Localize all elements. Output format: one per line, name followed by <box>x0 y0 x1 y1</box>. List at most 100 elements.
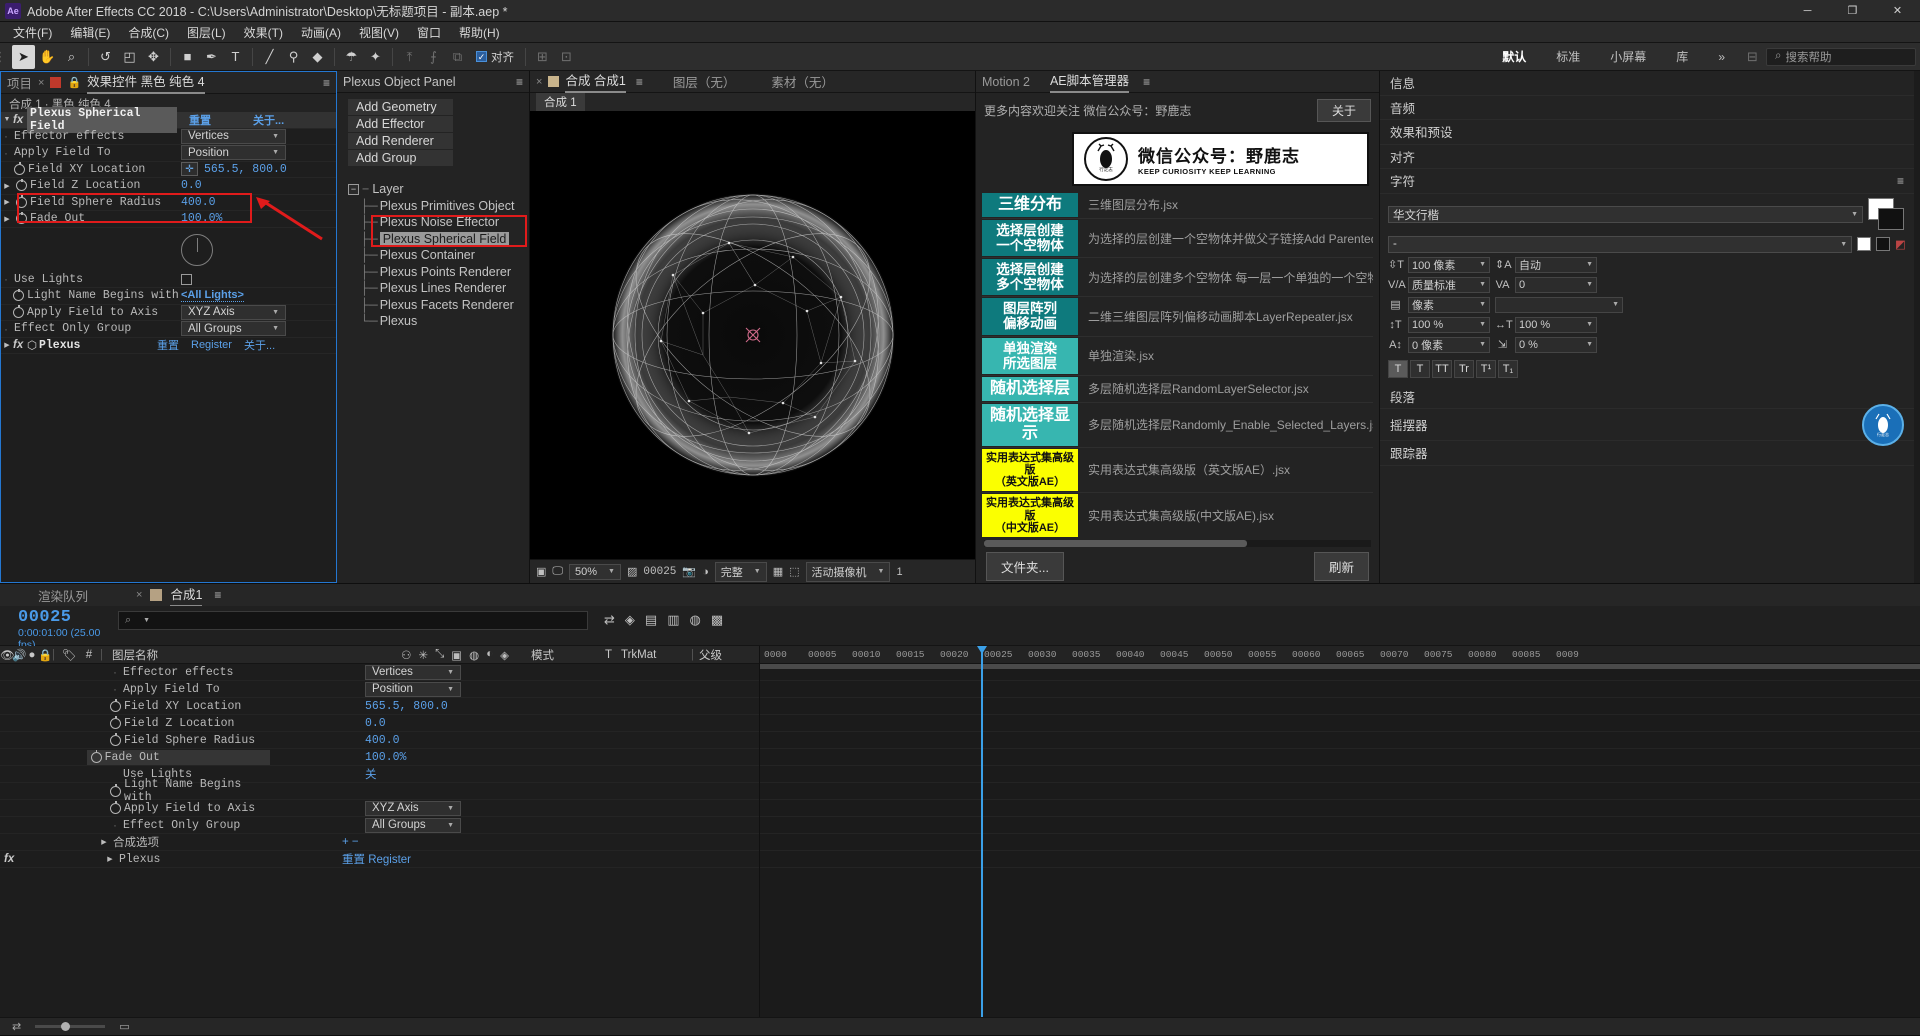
motion-blur-icon[interactable]: ◍ <box>690 612 701 628</box>
superscript-button[interactable]: T¹ <box>1476 359 1496 378</box>
camera-tool-icon[interactable]: ◰ <box>118 45 141 69</box>
timeline-ruler[interactable]: 0000 00005 00010 00015 00020 00025 00030… <box>760 646 1920 664</box>
mask-icon[interactable]: ▨ <box>627 565 637 578</box>
panel-tab-tracker[interactable]: 跟踪器 <box>1380 441 1914 466</box>
menu-item-window[interactable]: 窗口 <box>408 22 450 43</box>
timeline-row-effect-only-group[interactable]: · Effect Only Group All Groups ▼ <box>0 817 759 834</box>
row-value[interactable]: 100.0% <box>365 751 406 764</box>
timeline-search-field[interactable]: ⌕ ▼ <box>118 611 588 630</box>
row-select[interactable]: Vertices ▼ <box>365 664 461 680</box>
collapse-icon[interactable]: ⤡ <box>435 648 444 662</box>
script-button-create-one-null[interactable]: 选择层创建 一个空物体 <box>982 219 1078 257</box>
timeline-row-field-z-location[interactable]: Field Z Location 0.0 <box>0 715 759 732</box>
tab-footage[interactable]: 素材（无） <box>771 72 834 91</box>
field-xy-location-value[interactable]: 565.5, 800.0 <box>204 163 287 176</box>
keyframe-row[interactable]: I <box>760 715 1920 732</box>
monitor-icon[interactable]: 🖵 <box>552 565 563 578</box>
tree-item-plexus-container[interactable]: ├─ Plexus Container <box>348 247 529 264</box>
brush-tool-icon[interactable]: ╱ <box>258 45 281 69</box>
panel-menu-icon[interactable]: ≡ <box>323 76 330 90</box>
timeline-keyframe-grid[interactable]: I I I I I I I I I I <box>760 664 1920 1017</box>
keyframe-row[interactable]: I <box>760 749 1920 766</box>
panel-menu-icon[interactable]: ≡ <box>214 588 221 602</box>
add-effector-button[interactable]: Add Effector <box>348 116 453 132</box>
effect-reset-link[interactable]: 重置 <box>189 112 211 128</box>
font-family-select[interactable]: 华文行楷 ▼ <box>1388 206 1863 223</box>
quality-icon[interactable]: ▣ <box>451 648 462 662</box>
eraser-tool-icon[interactable]: ◆ <box>306 45 329 69</box>
tab-effect-controls[interactable]: 效果控件 黑色 纯色 4 <box>87 71 205 94</box>
script-button-layer-repeater[interactable]: 图层阵列 偏移动画 <box>982 298 1078 335</box>
close-icon[interactable]: × <box>536 76 542 88</box>
timeline-row-apply-field-to[interactable]: · Apply Field To Position ▼ <box>0 681 759 698</box>
keyframe-row[interactable]: I <box>760 834 1920 851</box>
keyframe-row[interactable]: I <box>760 800 1920 817</box>
close-button[interactable]: ✕ <box>1875 0 1920 22</box>
motion-blur-switch-icon[interactable]: ◍ <box>469 648 479 662</box>
tab-project[interactable]: 项目 <box>7 73 32 92</box>
script-row[interactable]: 随机选择显示 多层随机选择层Randomly_Enable_Selected_L… <box>982 403 1373 448</box>
row-select[interactable]: All Groups ▼ <box>365 817 461 833</box>
horizontal-scale-field[interactable]: 100 % ▼ <box>1515 316 1597 333</box>
clone-stamp-tool-icon[interactable]: ⚲ <box>282 45 305 69</box>
effect-header-plexus[interactable]: ▶ fx ⬡ Plexus 重置 Register 关于... <box>1 338 336 354</box>
tab-render-queue[interactable]: 渲染队列 <box>38 586 88 605</box>
stopwatch-icon[interactable] <box>16 211 27 225</box>
keyframe-row[interactable]: I <box>760 851 1920 868</box>
panel-menu-icon[interactable]: ≡ <box>516 75 523 89</box>
apply-field-to-axis-select[interactable]: XYZ Axis ▼ <box>181 304 286 320</box>
close-icon[interactable]: × <box>38 77 44 89</box>
shape-tool-icon[interactable]: ■ <box>176 45 199 69</box>
timeline-row-apply-field-to-axis[interactable]: Apply Field to Axis XYZ Axis ▼ <box>0 800 759 817</box>
row-value[interactable]: 重置 Register <box>342 851 411 867</box>
keyframe-row[interactable]: I <box>760 732 1920 749</box>
align-right-icon[interactable]: ⧉ <box>446 45 469 69</box>
align-left-icon[interactable]: ⤒ <box>398 45 421 69</box>
menu-item-edit[interactable]: 编辑(E) <box>61 22 119 43</box>
quality-select[interactable]: 完整 ▼ <box>714 561 767 582</box>
panel-tab-audio[interactable]: 音频 <box>1380 96 1914 120</box>
baseline-shift-field[interactable]: 0 像素 ▼ <box>1408 336 1490 353</box>
faux-italic-button[interactable]: T <box>1410 359 1430 378</box>
script-row[interactable]: 单独渲染 所选图层 单独渲染.jsx <box>982 337 1373 376</box>
timeline-row-field-xy-location[interactable]: Field XY Location 565.5, 800.0 <box>0 698 759 715</box>
disclosure-triangle-icon[interactable]: ▶ <box>104 855 116 863</box>
row-select[interactable]: XYZ Axis ▼ <box>365 800 461 816</box>
font-size-field[interactable]: 100 像素 ▼ <box>1408 256 1490 273</box>
timeline-zoom-slider[interactable] <box>35 1022 106 1031</box>
guides-icon[interactable]: ⊡ <box>555 45 578 69</box>
script-row[interactable]: 实用表达式集高级版 （英文版AE） 实用表达式集高级版（英文版AE）.jsx <box>982 448 1373 494</box>
font-style-select[interactable]: - ▼ <box>1388 235 1853 253</box>
stopwatch-icon[interactable] <box>110 699 121 712</box>
adjustment-layer-icon[interactable]: ◐ <box>486 648 493 662</box>
workspace-more-button[interactable]: » <box>1704 47 1739 67</box>
menu-item-layer[interactable]: 图层(L) <box>178 22 235 43</box>
panel-tab-character[interactable]: 字符 ≡ <box>1380 169 1914 194</box>
eye-icon[interactable]: 👁 <box>0 648 15 662</box>
keyframe-row[interactable]: I <box>760 783 1920 800</box>
script-button-3d-distribute[interactable]: 三维分布 <box>982 193 1078 217</box>
script-row[interactable]: 选择层创建 多个空物体 为选择的层创建多个空物体 每一层一个单独的一个空物体 <box>982 258 1373 298</box>
disclosure-triangle-icon[interactable]: ▼ <box>1 116 13 123</box>
row-value[interactable]: 400.0 <box>365 734 400 747</box>
tab-composition-timeline[interactable]: 合成1 <box>170 584 203 607</box>
angle-knob-control[interactable] <box>181 233 213 266</box>
timeline-row-plexus[interactable]: fx ▶ Plexus 重置 Register <box>0 851 759 868</box>
channel-icon[interactable]: ◑ <box>702 566 709 578</box>
about-button[interactable]: 关于 <box>1316 99 1371 122</box>
stopwatch-icon[interactable] <box>16 178 27 192</box>
script-button-expressions-cn[interactable]: 实用表达式集高级版 （中文版AE） <box>982 494 1078 538</box>
audio-icon[interactable]: 🔊 <box>12 648 26 662</box>
add-renderer-button[interactable]: Add Renderer <box>348 133 453 149</box>
tree-item-plexus-facets-renderer[interactable]: ├─ Plexus Facets Renderer <box>348 297 529 314</box>
fill-mini-swatch[interactable] <box>1857 237 1872 251</box>
stopwatch-icon[interactable] <box>16 195 27 208</box>
stroke-over-fill-icon[interactable]: ◩ <box>1895 237 1906 251</box>
workspace-tab-library[interactable]: 库 <box>1662 45 1702 68</box>
vertical-scale-field[interactable]: 100 % ▼ <box>1408 316 1490 333</box>
frame-blending-icon[interactable]: ▥ <box>667 612 679 628</box>
use-lights-checkbox[interactable] <box>181 273 192 285</box>
menu-item-composition[interactable]: 合成(C) <box>119 22 178 43</box>
keyframe-row[interactable]: I <box>760 766 1920 783</box>
minimize-button[interactable]: ─ <box>1785 0 1830 22</box>
